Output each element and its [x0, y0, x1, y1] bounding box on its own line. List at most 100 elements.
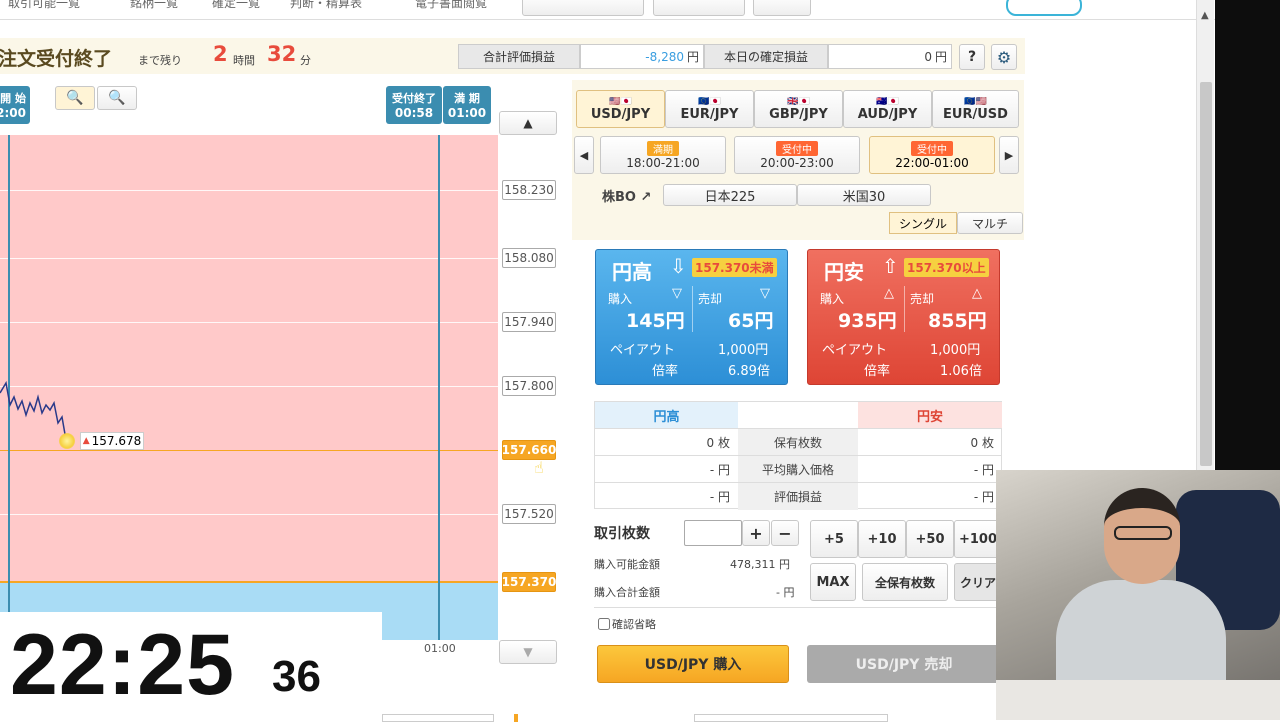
flag-icon: 🇪🇺🇯🇵	[698, 96, 721, 107]
qty-minus-button[interactable]: −	[771, 520, 799, 546]
all-holdings-button[interactable]: 全保有枚数	[862, 563, 948, 601]
scroll-up-button[interactable]: ▲	[499, 111, 557, 135]
zoom-in-button[interactable]: 🔍	[97, 86, 137, 110]
stock-tab-us30[interactable]: 米国30	[797, 184, 931, 206]
card-divider	[692, 286, 693, 332]
high-sell-price[interactable]: 65円	[728, 306, 773, 333]
quick-add-button[interactable]: +100	[954, 520, 1002, 558]
high-threshold: 157.370未満	[692, 258, 777, 277]
session-prev-button[interactable]: ◀	[574, 136, 594, 174]
total-label: 購入合計金額	[594, 586, 660, 599]
buy-button[interactable]: USD/JPY 購入	[597, 645, 789, 683]
pair-label: AUD/JPY	[857, 106, 918, 122]
webcam-desk	[996, 680, 1280, 720]
quick-add-label: +10	[867, 531, 897, 547]
top-button[interactable]	[753, 0, 811, 16]
low-payout-label: ペイアウト	[822, 343, 888, 358]
eval-value-text: -8,280	[645, 49, 684, 64]
settings-button[interactable]: ⚙	[991, 44, 1017, 70]
price-label: 157.940	[501, 311, 557, 333]
gear-icon: ⚙	[996, 47, 1012, 67]
holdings-header-low: 円安	[858, 402, 1002, 428]
eval-value: -8,280 円	[580, 44, 704, 69]
sell-button[interactable]: USD/JPY 売却	[807, 645, 1001, 683]
low-title: 円安	[824, 260, 864, 284]
pair-tab[interactable]: 🇪🇺🇺🇸 EUR/USD	[932, 90, 1019, 128]
chart-plot: ▲ 157.678	[0, 135, 498, 640]
available-label: 購入可能金額	[594, 558, 660, 571]
nav-item[interactable]: 判断・精算表	[290, 0, 362, 11]
session-time: 22:00-01:00	[895, 155, 969, 170]
clear-button[interactable]: クリア	[954, 563, 1002, 601]
confirm-skip-checkbox[interactable]	[598, 618, 610, 630]
zoom-out-button[interactable]: 🔍	[55, 86, 95, 110]
qty-label: 取引枚数	[594, 526, 650, 542]
header-bar: 注文受付終了 まで残り 2 時間 32 分 合計評価損益 -8,280 円 本日の…	[0, 38, 1025, 74]
session-tab[interactable]: 受付中 20:00-23:00	[734, 136, 860, 174]
low-buy-price[interactable]: 935円	[838, 306, 897, 333]
holdings-label: 保有枚数	[738, 428, 858, 456]
stock-tab-label: 米国30	[842, 189, 886, 205]
scroll-down-button[interactable]: ▼	[499, 640, 557, 664]
order-area: 円高 ⇩ 157.370未満 購入 ▽ 売却 ▽ 145円 65円 ペイアウト …	[572, 240, 1024, 700]
help-button[interactable]: ?	[959, 44, 985, 70]
quick-add-button[interactable]: +5	[810, 520, 858, 558]
price-label-text: 157.800	[502, 376, 556, 396]
stock-tab-nikkei[interactable]: 日本225	[663, 184, 797, 206]
nav-item[interactable]: 取引可能一覧	[8, 0, 80, 11]
top-button[interactable]	[653, 0, 745, 16]
nav-item[interactable]: 電子書面閲覧	[415, 0, 487, 11]
expiry-label: 満 期	[454, 92, 480, 105]
scroll-up-arrow[interactable]: ▲	[1201, 10, 1209, 21]
nav-item[interactable]: 銘柄一覧	[130, 0, 178, 11]
bottom-marker	[514, 714, 518, 722]
holdings-low-value: 0 枚	[970, 435, 994, 450]
current-price-value: 157.678	[91, 434, 142, 448]
session-tab[interactable]: 満期 18:00-21:00	[600, 136, 726, 174]
pair-label: GBP/JPY	[769, 106, 828, 122]
mode-single-tab[interactable]: シングル	[889, 212, 957, 234]
price-label: 157.370	[501, 571, 557, 593]
pair-tab[interactable]: 🇺🇸🇯🇵 USD/JPY	[576, 90, 665, 128]
arrow-down-icon: ⇩	[670, 254, 687, 278]
top-button[interactable]	[1006, 0, 1082, 16]
price-label-text: 157.660	[502, 440, 556, 460]
pair-tab[interactable]: 🇪🇺🇯🇵 EUR/JPY	[665, 90, 754, 128]
high-buy-price[interactable]: 145円	[626, 306, 685, 333]
chart-panel: ▲ 157.678 開 始 2:00 🔍 🔍 受付終了 00:58 満 期 01:…	[0, 80, 570, 664]
mode-multi-tab[interactable]: マルチ	[957, 212, 1023, 234]
all-holdings-label: 全保有枚数	[874, 575, 935, 590]
nav-item[interactable]: 確定一覧	[212, 0, 260, 11]
quick-add-label: +100	[958, 531, 998, 547]
holdings-row: - 円 評価損益 - 円	[595, 482, 1002, 510]
max-button[interactable]: MAX	[810, 563, 856, 601]
strike-line	[0, 581, 498, 583]
high-ratio: 6.89倍	[728, 364, 770, 379]
price-line	[0, 380, 67, 441]
pair-tab[interactable]: 🇦🇺🇯🇵 AUD/JPY	[843, 90, 932, 128]
bottom-tab[interactable]	[694, 714, 888, 722]
top-button[interactable]	[522, 0, 644, 16]
low-card[interactable]: 円安 ⇧ 157.370以上 購入 △ 売却 △ 935円 855円 ペイアウト…	[807, 249, 1000, 385]
qty-input[interactable]	[684, 520, 742, 546]
quick-add-button[interactable]: +50	[906, 520, 954, 558]
help-icon: ?	[967, 49, 977, 65]
bottom-tab[interactable]	[382, 714, 494, 722]
session-tab[interactable]: 受付中 22:00-01:00	[869, 136, 995, 174]
low-sell-price[interactable]: 855円	[928, 306, 987, 333]
mode-single-label: シングル	[898, 216, 947, 231]
scroll-thumb[interactable]	[1200, 82, 1212, 466]
pair-tab[interactable]: 🇬🇧🇯🇵 GBP/JPY	[754, 90, 843, 128]
price-label-text: 158.080	[502, 248, 556, 268]
price-label: 157.660	[501, 439, 557, 461]
holdings-header-high: 円高	[595, 402, 738, 428]
session-next-button[interactable]: ▶	[999, 136, 1019, 174]
holdings-high-value: - 円	[709, 489, 730, 504]
quick-add-button[interactable]: +10	[858, 520, 906, 558]
qty-plus-button[interactable]: +	[742, 520, 770, 546]
high-card[interactable]: 円高 ⇩ 157.370未満 購入 ▽ 売却 ▽ 145円 65円 ペイアウト …	[595, 249, 788, 385]
stock-bo-link[interactable]: 株BO ↗	[602, 186, 651, 205]
trade-panel: 🇺🇸🇯🇵 USD/JPY 🇪🇺🇯🇵 EUR/JPY 🇬🇧🇯🇵 GBP/JPY 🇦🇺🇯🇵…	[572, 80, 1024, 700]
holdings-row: 0 枚 保有枚数 0 枚	[595, 428, 1002, 456]
zoom-in-icon: 🔍	[108, 90, 126, 106]
